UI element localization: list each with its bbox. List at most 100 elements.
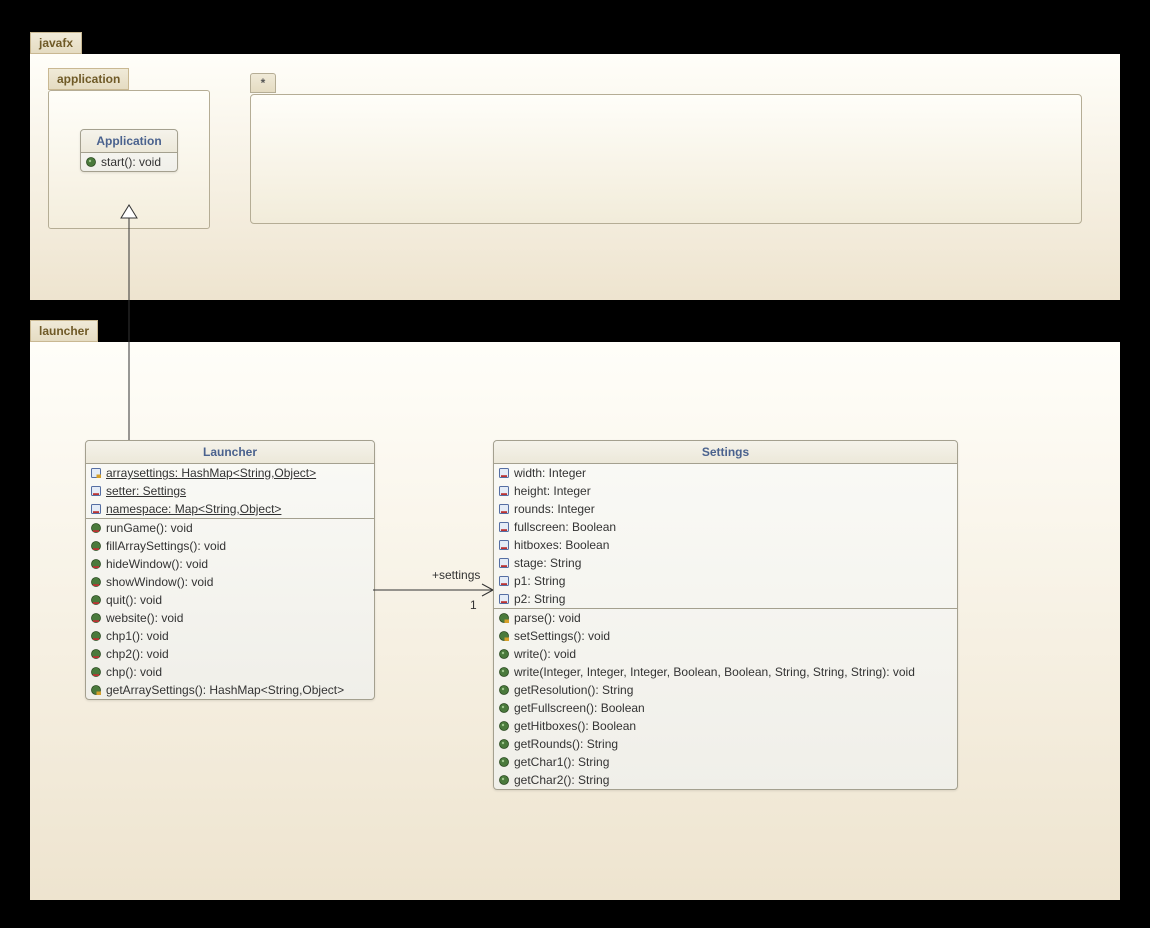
field-private-icon [90,503,102,515]
method-row: hideWindow(): void [86,555,374,573]
method-row: quit(): void [86,591,374,609]
class-settings-header: Settings [494,441,957,464]
package-launcher-label: launcher [39,324,89,338]
field-row: width: Integer [494,464,957,482]
method-public-icon [498,702,510,714]
method-protected-icon [498,612,510,624]
field-row: p1: String [494,572,957,590]
member-text: p2: String [514,592,565,606]
method-row: getResolution(): String [494,681,957,699]
member-text: namespace: Map<String,Object> [106,502,281,516]
method-row: write(Integer, Integer, Integer, Boolean… [494,663,957,681]
class-settings-fields: width: Integer height: Integer rounds: Int… [494,464,957,609]
member-text: fillArraySettings(): void [106,539,226,553]
field-row: arraysettings: HashMap<String,Object> [86,464,374,482]
member-text: setSettings(): void [514,629,610,643]
method-private-icon [90,576,102,588]
field-row: height: Integer [494,482,957,500]
method-private-icon [90,558,102,570]
method-public-icon [498,738,510,750]
method-row: runGame(): void [86,519,374,537]
method-row: getRounds(): String [494,735,957,753]
field-protected-icon [90,467,102,479]
member-text: parse(): void [514,611,581,625]
method-private-icon [90,666,102,678]
member-text: setter: Settings [106,484,186,498]
package-javafx-label: javafx [39,36,73,50]
field-row: p2: String [494,590,957,608]
member-text: chp2(): void [106,647,169,661]
member-text: getArraySettings(): HashMap<String,Objec… [106,683,344,697]
star-box [250,94,1082,224]
package-application-tab: application [48,68,129,90]
member-text: height: Integer [514,484,591,498]
package-launcher-tab: launcher [30,320,98,342]
method-public-icon [85,156,97,168]
method-private-icon [90,648,102,660]
member-text: chp1(): void [106,629,169,643]
member-text: quit(): void [106,593,162,607]
field-row: namespace: Map<String,Object> [86,500,374,518]
star-label: * [261,76,266,90]
class-settings-methods: parse(): void setSettings(): void write():… [494,609,957,789]
field-private-icon [498,557,510,569]
member-text: rounds: Integer [514,502,595,516]
field-private-icon [498,467,510,479]
class-application-name: Application [96,134,161,148]
class-application-methods: start(): void [81,153,177,171]
method-row: chp2(): void [86,645,374,663]
method-row: setSettings(): void [494,627,957,645]
member-text: write(Integer, Integer, Integer, Boolean… [514,665,915,679]
method-public-icon [498,774,510,786]
class-settings-name: Settings [702,445,749,459]
member-text: p1: String [514,574,565,588]
member-text: getHitboxes(): Boolean [514,719,636,733]
member-text: start(): void [101,155,161,169]
method-row: getArraySettings(): HashMap<String,Objec… [86,681,374,699]
member-text: runGame(): void [106,521,193,535]
field-private-icon [498,575,510,587]
method-public-icon [498,648,510,660]
class-launcher-header: Launcher [86,441,374,464]
field-row: rounds: Integer [494,500,957,518]
method-protected-icon [90,684,102,696]
member-text: hitboxes: Boolean [514,538,609,552]
class-launcher-name: Launcher [203,445,257,459]
field-private-icon [90,485,102,497]
member-text: width: Integer [514,466,586,480]
field-row: stage: String [494,554,957,572]
method-private-icon [90,630,102,642]
method-row: getChar1(): String [494,753,957,771]
member-text: chp(): void [106,665,162,679]
method-private-icon [90,594,102,606]
association-role-label: +settings [432,568,480,582]
member-text: getRounds(): String [514,737,618,751]
method-private-icon [90,540,102,552]
class-application-header: Application [81,130,177,153]
field-private-icon [498,539,510,551]
field-private-icon [498,503,510,515]
field-row: fullscreen: Boolean [494,518,957,536]
method-protected-icon [498,630,510,642]
method-row: getChar2(): String [494,771,957,789]
member-text: fullscreen: Boolean [514,520,616,534]
method-row: chp1(): void [86,627,374,645]
member-text: arraysettings: HashMap<String,Object> [106,466,316,480]
method-public-icon [498,720,510,732]
method-row: chp(): void [86,663,374,681]
member-text: getFullscreen(): Boolean [514,701,645,715]
method-row: write(): void [494,645,957,663]
member-text: getChar1(): String [514,755,609,769]
class-application: Application start(): void [80,129,178,172]
member-text: getResolution(): String [514,683,633,697]
package-application-label: application [57,72,120,86]
method-row: fillArraySettings(): void [86,537,374,555]
class-settings: Settings width: Integer height: Integer ro… [493,440,958,790]
member-text: write(): void [514,647,576,661]
field-row: hitboxes: Boolean [494,536,957,554]
method-row: website(): void [86,609,374,627]
field-private-icon [498,521,510,533]
method-row: showWindow(): void [86,573,374,591]
method-private-icon [90,522,102,534]
method-row: start(): void [81,153,177,171]
